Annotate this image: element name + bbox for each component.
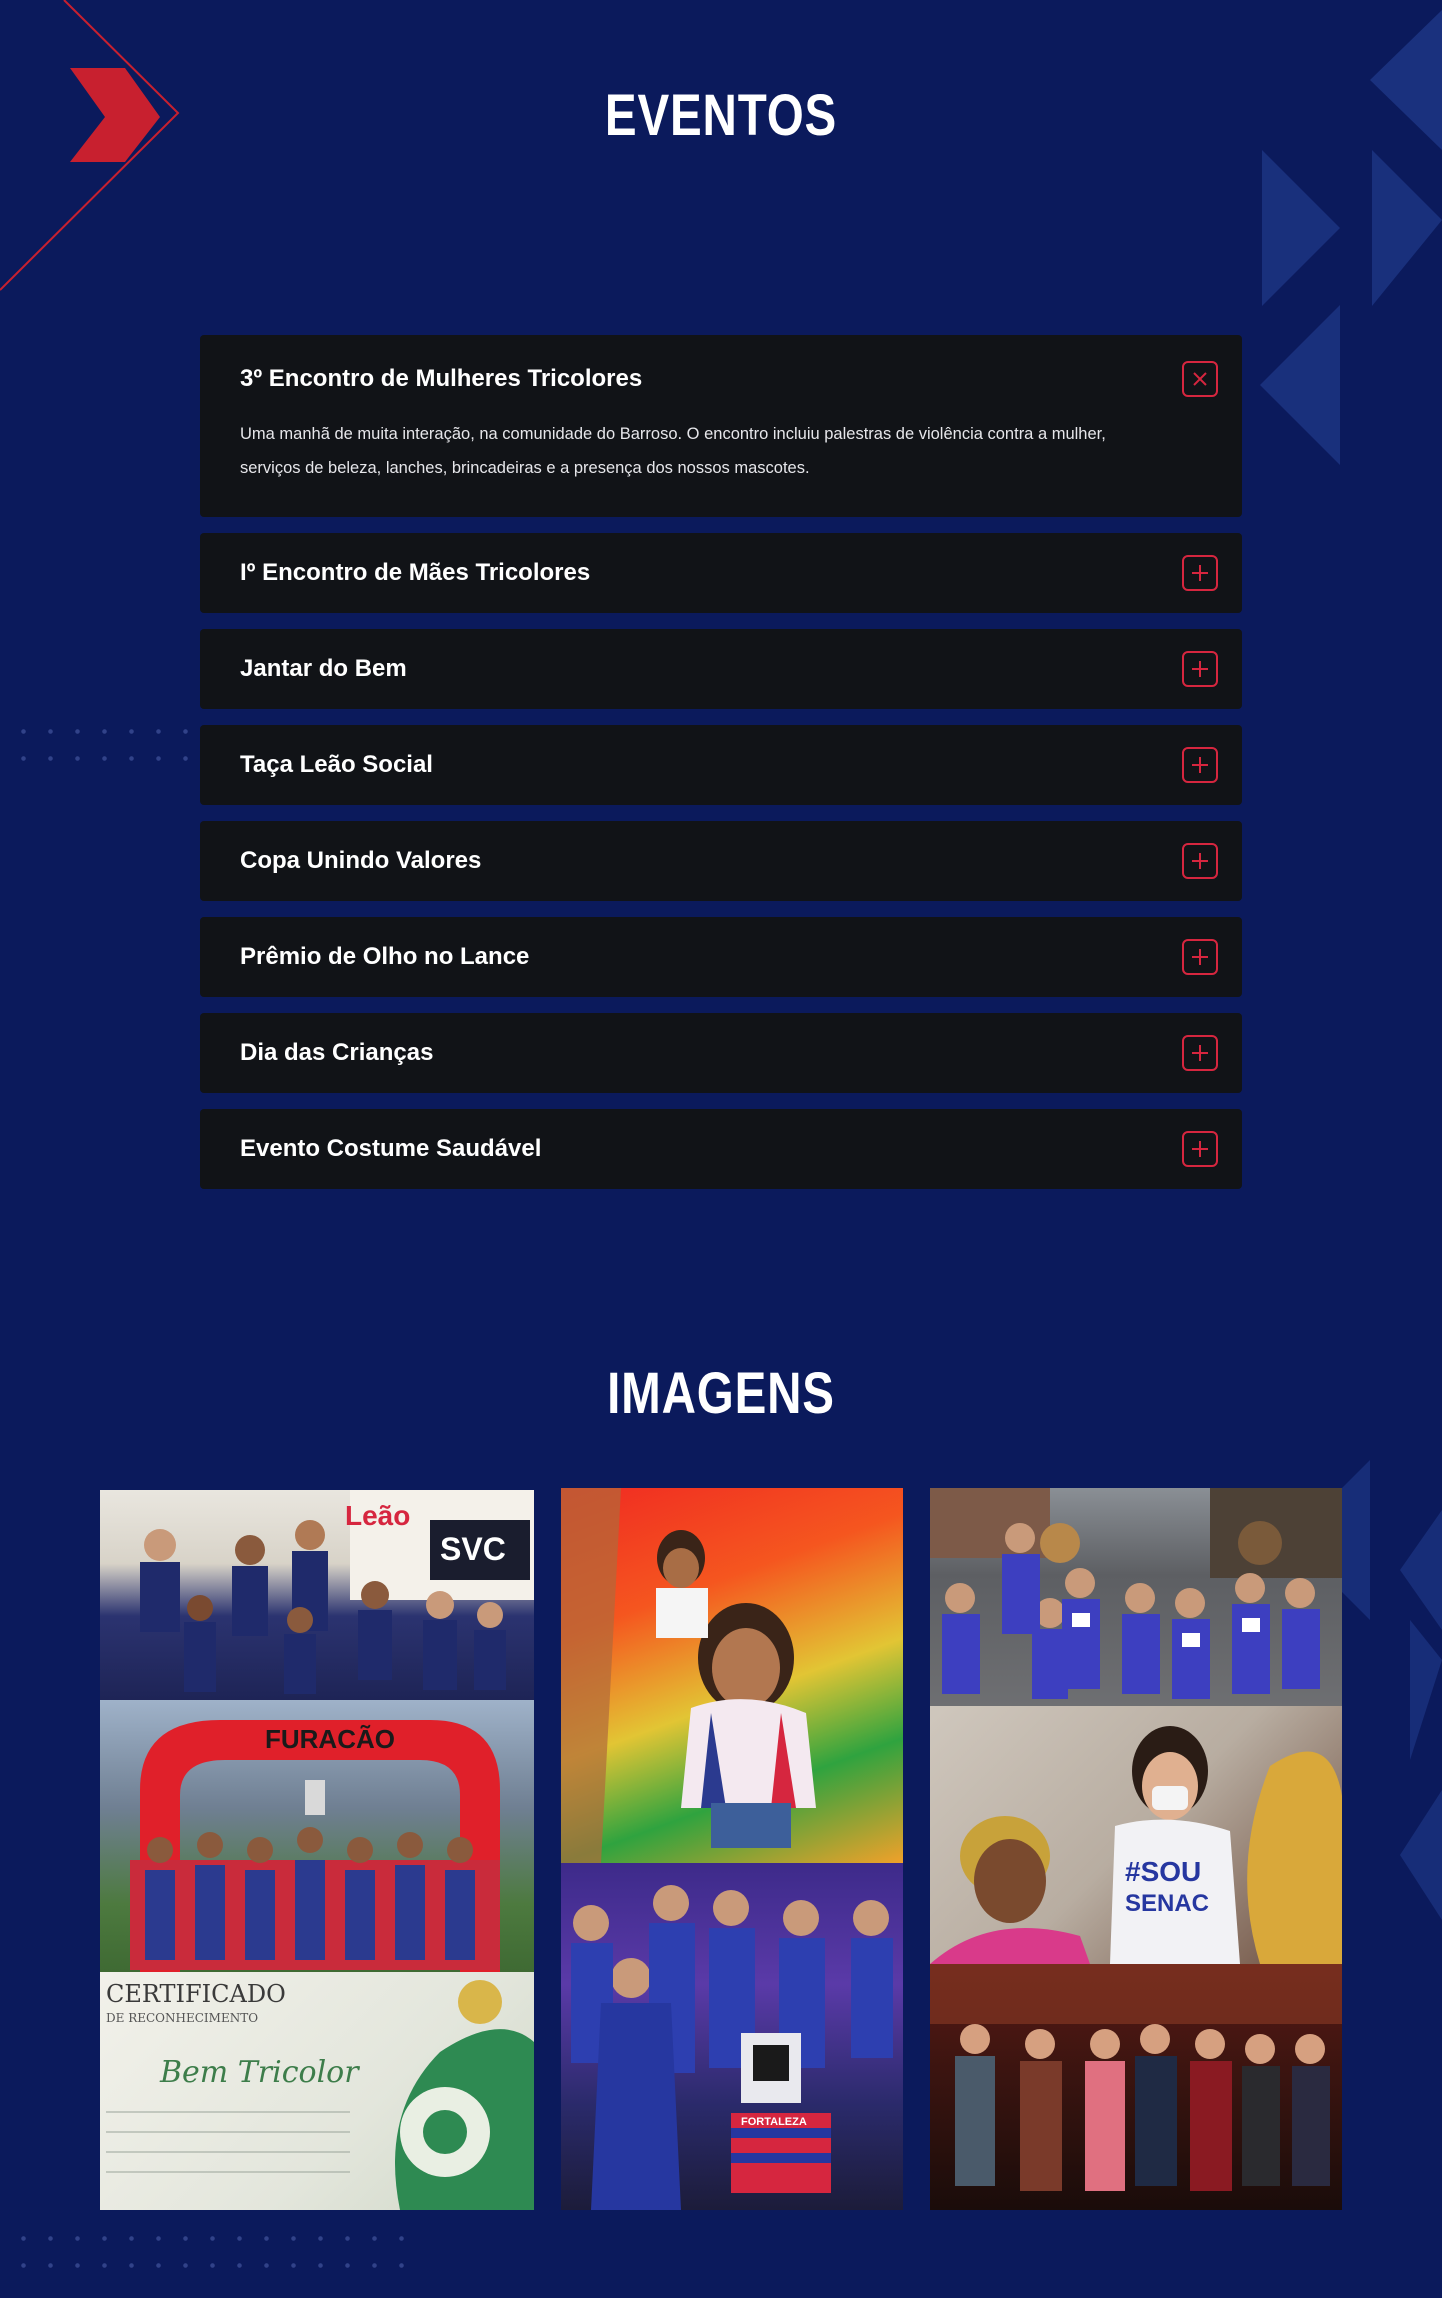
accordion-header[interactable]: Iº Encontro de Mães Tricolores bbox=[200, 533, 1242, 613]
certificate-illustration: CERTIFICADO DE RECONHECIMENTO Bem Tricol… bbox=[106, 1980, 534, 2210]
plus-icon[interactable] bbox=[1182, 555, 1218, 591]
photo-dinner-group[interactable] bbox=[930, 1964, 1342, 2210]
accordion-description: Uma manhã de muita interação, na comunid… bbox=[240, 425, 1106, 477]
accordion-item-costume-saudavel: Evento Costume Saudável bbox=[200, 1109, 1242, 1189]
accordion-title: Evento Costume Saudável bbox=[240, 1135, 542, 1162]
photo-certificate[interactable]: CERTIFICADO DE RECONHECIMENTO Bem Tricol… bbox=[100, 1972, 534, 2210]
accordion-title: Prêmio de Olho no Lance bbox=[240, 943, 530, 970]
svg-text:#SOU: #SOU bbox=[1125, 1856, 1201, 1887]
photo-community-group[interactable] bbox=[930, 1488, 1342, 1706]
accordion-header[interactable]: Dia das Crianças bbox=[200, 1013, 1242, 1093]
plus-icon[interactable] bbox=[1182, 1035, 1218, 1071]
accordion-header[interactable]: Prêmio de Olho no Lance bbox=[200, 917, 1242, 997]
plus-icon[interactable] bbox=[1182, 843, 1218, 879]
svg-text:Bem Tricolor: Bem Tricolor bbox=[159, 2055, 360, 2090]
triangle-decoration bbox=[1260, 10, 1442, 465]
accordion-item-jantar-do-bem: Jantar do Bem bbox=[200, 629, 1242, 709]
accordion-title: Copa Unindo Valores bbox=[240, 847, 482, 874]
trophy-celebration-illustration: FURACÃO bbox=[130, 1720, 500, 1972]
close-icon[interactable] bbox=[1182, 361, 1218, 397]
accordion-title: Dia das Crianças bbox=[240, 1039, 434, 1066]
accordion-item-taca-leao-social: Taça Leão Social bbox=[200, 725, 1242, 805]
photo-group-booth[interactable]: FORTALEZA bbox=[561, 1863, 903, 2210]
accordion-title: Taça Leão Social bbox=[240, 751, 433, 778]
accordion-item-dia-das-criancas: Dia das Crianças bbox=[200, 1013, 1242, 1093]
svg-text:SENAC: SENAC bbox=[1125, 1890, 1209, 1917]
dinner-group-illustration bbox=[930, 1964, 1342, 2191]
photo-beauty-service[interactable]: #SOU SENAC bbox=[930, 1706, 1342, 1964]
images-title: IMAGENS bbox=[607, 1361, 835, 1426]
plus-icon[interactable] bbox=[1182, 747, 1218, 783]
accordion-title: 3º Encontro de Mulheres Tricolores bbox=[240, 365, 643, 392]
accordion-header[interactable]: 3º Encontro de Mulheres Tricolores bbox=[200, 335, 1242, 423]
plus-icon[interactable] bbox=[1182, 939, 1218, 975]
photo-taca-leao-team[interactable]: SVC Leão bbox=[100, 1490, 534, 1700]
plus-icon[interactable] bbox=[1182, 1131, 1218, 1167]
red-chevron-decoration bbox=[0, 0, 180, 291]
svg-text:DE RECONHECIMENTO: DE RECONHECIMENTO bbox=[106, 2011, 258, 2025]
page: EVENTOS 3º Encontro de Mulheres Tricolor… bbox=[0, 0, 1442, 2298]
photo-team-trophy-arch[interactable]: FURACÃO bbox=[100, 1700, 534, 1972]
dot-pattern-bottom bbox=[10, 2225, 410, 2285]
accordion-title: Jantar do Bem bbox=[240, 655, 407, 682]
events-accordion: 3º Encontro de Mulheres Tricolores Uma m… bbox=[200, 335, 1242, 1205]
accordion-item-maes-tricolores: Iº Encontro de Mães Tricolores bbox=[200, 533, 1242, 613]
svg-text:FURACÃO: FURACÃO bbox=[265, 1724, 395, 1754]
accordion-header[interactable]: Jantar do Bem bbox=[200, 629, 1242, 709]
accordion-header[interactable]: Copa Unindo Valores bbox=[200, 821, 1242, 901]
girl-slide-illustration bbox=[561, 1488, 816, 1863]
svg-text:FORTALEZA: FORTALEZA bbox=[741, 2116, 807, 2128]
events-title: EVENTOS bbox=[604, 83, 838, 148]
accordion-title: Iº Encontro de Mães Tricolores bbox=[240, 559, 591, 586]
accordion-item-mulheres-tricolores: 3º Encontro de Mulheres Tricolores Uma m… bbox=[200, 335, 1242, 517]
beauty-service-illustration: #SOU SENAC bbox=[930, 1726, 1342, 1964]
accordion-item-copa-unindo-valores: Copa Unindo Valores bbox=[200, 821, 1242, 901]
accordion-item-premio-de-olho-no-lance: Prêmio de Olho no Lance bbox=[200, 917, 1242, 997]
accordion-header[interactable]: Taça Leão Social bbox=[200, 725, 1242, 805]
svg-text:CERTIFICADO: CERTIFICADO bbox=[106, 1980, 286, 2008]
accordion-header[interactable]: Evento Costume Saudável bbox=[200, 1109, 1242, 1189]
team-photo-illustration: SVC Leão bbox=[140, 1490, 534, 1694]
community-group-illustration bbox=[930, 1488, 1342, 1699]
photo-girl-slide[interactable] bbox=[561, 1488, 903, 1863]
plus-icon[interactable] bbox=[1182, 651, 1218, 687]
svg-text:Leão: Leão bbox=[345, 1500, 410, 1531]
group-booth-illustration: FORTALEZA bbox=[571, 1885, 893, 2210]
svg-text:SVC: SVC bbox=[440, 1531, 506, 1567]
